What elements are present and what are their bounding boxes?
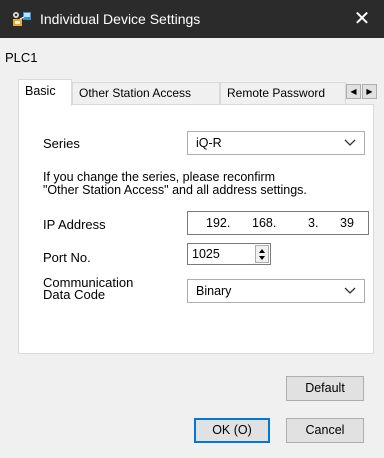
series-label: Series — [43, 136, 80, 151]
comm-value: Binary — [196, 284, 232, 298]
chevron-down-icon — [344, 139, 356, 146]
window-title: Individual Device Settings — [40, 11, 201, 27]
comm-data-code-select[interactable]: Binary — [187, 279, 365, 303]
spinner-up-icon[interactable] — [259, 249, 265, 253]
spinner-down-icon[interactable] — [259, 256, 265, 260]
default-button[interactable]: Default — [286, 376, 364, 401]
tab-scroll-right-icon[interactable]: ▶ — [362, 84, 377, 99]
ip-octet-1[interactable]: 192. — [206, 216, 230, 230]
basic-tab-panel: Series iQ-R If you change the series, pl… — [18, 104, 374, 354]
port-label: Port No. — [43, 250, 91, 265]
settings-network-icon — [13, 12, 31, 26]
title-bar: Individual Device Settings ✕ — [0, 0, 384, 38]
tab-basic[interactable]: Basic — [18, 79, 72, 106]
series-value: iQ-R — [196, 136, 222, 150]
series-select[interactable]: iQ-R — [187, 131, 365, 155]
tab-remote-password[interactable]: Remote Password — [220, 82, 346, 104]
comm-data-code-label: Communication Data Code — [43, 276, 133, 302]
note-line-2: "Other Station Access" and all address s… — [43, 183, 307, 197]
ip-octet-3[interactable]: 3. — [308, 216, 318, 230]
chevron-down-icon — [344, 287, 356, 294]
comm-label-line-2: Data Code — [43, 287, 106, 302]
ip-octet-4[interactable]: 39 — [340, 216, 354, 230]
ip-address-label: IP Address — [43, 217, 106, 232]
device-name: PLC1 — [5, 50, 38, 65]
ip-address-field[interactable]: 192. 168. 3. 39 — [187, 211, 369, 235]
tab-scroll-left-icon[interactable]: ◀ — [346, 84, 361, 99]
port-stepper[interactable]: 1025 — [187, 243, 271, 265]
series-change-note: If you change the series, please reconfi… — [43, 171, 363, 197]
close-icon[interactable]: ✕ — [340, 0, 384, 38]
ok-button[interactable]: OK (O) — [194, 418, 270, 443]
cancel-button[interactable]: Cancel — [286, 418, 364, 443]
tab-other-station-access[interactable]: Other Station Access — [72, 82, 220, 104]
spinner-icon[interactable] — [255, 245, 269, 263]
ip-octet-2[interactable]: 168. — [252, 216, 276, 230]
port-value: 1025 — [192, 247, 220, 261]
